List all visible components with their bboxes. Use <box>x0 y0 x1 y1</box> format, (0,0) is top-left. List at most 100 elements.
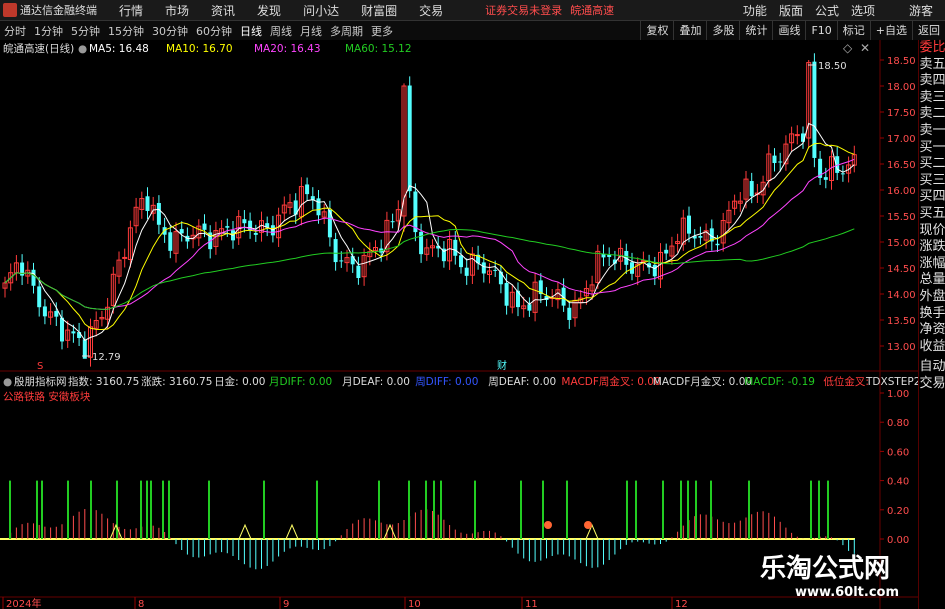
signal-bar <box>810 480 812 539</box>
candle-up <box>122 256 128 259</box>
ma20-label: MA20: 16.43 <box>254 43 321 55</box>
guest-user[interactable]: 游客 <box>909 2 933 19</box>
indicator-tick-label: 0.00 <box>887 535 909 546</box>
candle-down <box>316 198 321 216</box>
quote-label: 买五 <box>919 205 945 221</box>
candle-down <box>339 260 344 262</box>
tab-5min[interactable]: 5分钟 <box>67 23 104 39</box>
tool-f10[interactable]: F10 <box>805 21 836 40</box>
indicator-value-item: 指数: 3160.75 <box>68 375 139 388</box>
signal-bar <box>9 480 11 539</box>
fire-signal-icon <box>584 521 592 529</box>
login-warning[interactable]: 证券交易未登录 <box>485 2 562 18</box>
candle-down <box>504 282 509 306</box>
candle-down <box>305 184 310 195</box>
tool-stats[interactable]: 统计 <box>739 21 772 40</box>
menu-formula[interactable]: 公式 <box>815 2 839 19</box>
indicator-value-item: MACDF月金叉: 0.00 <box>653 375 752 388</box>
signal-marker-s: S <box>37 361 43 372</box>
menu-item-trade[interactable]: 交易 <box>419 2 443 19</box>
menu-layout[interactable]: 版面 <box>779 2 803 19</box>
watermark-text: 乐淘公式网 <box>760 554 891 584</box>
candle-down <box>664 249 669 254</box>
candle-down <box>687 215 691 234</box>
candle-down <box>459 255 463 268</box>
indicator-value-item: 低位金叉: <box>823 375 869 388</box>
signal-bar <box>90 480 92 539</box>
tool-back[interactable]: 返回 <box>912 21 945 40</box>
close-icon[interactable]: ✕ <box>860 41 870 55</box>
candle-down <box>54 310 59 317</box>
kline-chart[interactable]: 皖通高速(日线) ● MA5: 16.48 MA10: 16.70 MA20: … <box>0 40 918 609</box>
menu-item-wealth[interactable]: 财富圈 <box>361 2 397 19</box>
tool-draw[interactable]: 画线 <box>772 21 805 40</box>
candle-down <box>749 181 754 197</box>
trade-label[interactable]: 交易 <box>919 376 945 393</box>
main-chart-title: 皖通高速(日线) <box>3 42 74 55</box>
candle-down <box>37 286 42 308</box>
candle-down <box>652 264 657 277</box>
tool-add-watch[interactable]: +自选 <box>869 21 912 40</box>
tab-intraday[interactable]: 分时 <box>0 23 30 39</box>
tool-mark[interactable]: 标记 <box>836 21 870 40</box>
tool-adjust[interactable]: 复权 <box>640 21 673 40</box>
price-tick-label: 18.00 <box>887 82 916 93</box>
watermark-url: www.60lt.com <box>795 585 900 600</box>
quote-label: 委比 <box>919 40 945 55</box>
quote-label: 涨幅 <box>919 255 945 271</box>
tab-monthly[interactable]: 月线 <box>296 23 326 39</box>
candle-down <box>715 243 720 246</box>
menu-item-discover[interactable]: 发现 <box>257 2 281 19</box>
candle-down <box>453 239 458 256</box>
price-tick-label: 17.00 <box>887 134 916 145</box>
candle-down <box>607 254 612 258</box>
tool-overlay[interactable]: 叠加 <box>673 21 706 40</box>
signal-bar <box>662 480 664 539</box>
auto-label[interactable]: 自动 <box>919 359 945 376</box>
menu-options[interactable]: 选项 <box>851 2 875 19</box>
menu-item-ask[interactable]: 问小达 <box>303 2 339 19</box>
tab-15min[interactable]: 15分钟 <box>104 23 148 39</box>
collapse-icon[interactable]: ◇ <box>843 41 853 55</box>
candle-down <box>778 161 783 163</box>
signal-bar <box>818 480 820 539</box>
signal-bar <box>408 480 410 539</box>
price-tick-label: 16.50 <box>887 160 916 171</box>
tab-multi-period[interactable]: 多周期 <box>326 23 367 39</box>
tab-more[interactable]: 更多 <box>367 23 397 39</box>
menu-item-quotes[interactable]: 行情 <box>119 2 143 19</box>
high-price-label: 18.50 <box>818 61 847 72</box>
signal-bar <box>695 480 697 539</box>
price-tick-label: 17.50 <box>887 108 916 119</box>
price-tick-label: 15.00 <box>887 238 916 249</box>
indicator-value-item: 月DIFF: 0.00 <box>269 376 332 388</box>
quote-label: 买二 <box>919 156 945 172</box>
menu-function[interactable]: 功能 <box>743 2 767 19</box>
tool-multi-stock[interactable]: 多股 <box>706 21 739 40</box>
candle-down <box>419 231 424 255</box>
tab-30min[interactable]: 30分钟 <box>148 23 192 39</box>
menu-item-market[interactable]: 市场 <box>165 2 189 19</box>
date-tick-label: 12 <box>675 599 688 609</box>
candle-down <box>225 226 230 228</box>
tab-1min[interactable]: 1分钟 <box>30 23 67 39</box>
price-tick-label: 14.50 <box>887 264 916 275</box>
signal-bar <box>687 480 689 539</box>
price-tick-label: 13.50 <box>887 316 916 327</box>
candle-down <box>464 267 469 276</box>
quote-label: 卖五 <box>919 56 945 72</box>
tab-weekly[interactable]: 周线 <box>266 23 296 39</box>
quote-label: 卖二 <box>919 106 945 122</box>
candle-down <box>407 85 412 192</box>
tab-daily[interactable]: 日线 <box>236 23 266 39</box>
finance-marker: 财 <box>497 359 507 372</box>
signal-bar <box>150 480 152 539</box>
menu-bar: 通达信金融终端 行情 市场 资讯 发现 问小达 财富圈 交易 证券交易未登录 皖… <box>0 0 945 21</box>
tab-60min[interactable]: 60分钟 <box>192 23 236 39</box>
sector-tags: 公路铁路 安徽板块 <box>3 390 91 403</box>
signal-bar <box>520 480 522 539</box>
menu-item-news[interactable]: 资讯 <box>211 2 235 19</box>
indicator-value-item: 月DEAF: 0.00 <box>342 376 410 388</box>
quote-label: 换手 <box>919 305 945 321</box>
low-price-label: 12.79 <box>92 352 121 363</box>
